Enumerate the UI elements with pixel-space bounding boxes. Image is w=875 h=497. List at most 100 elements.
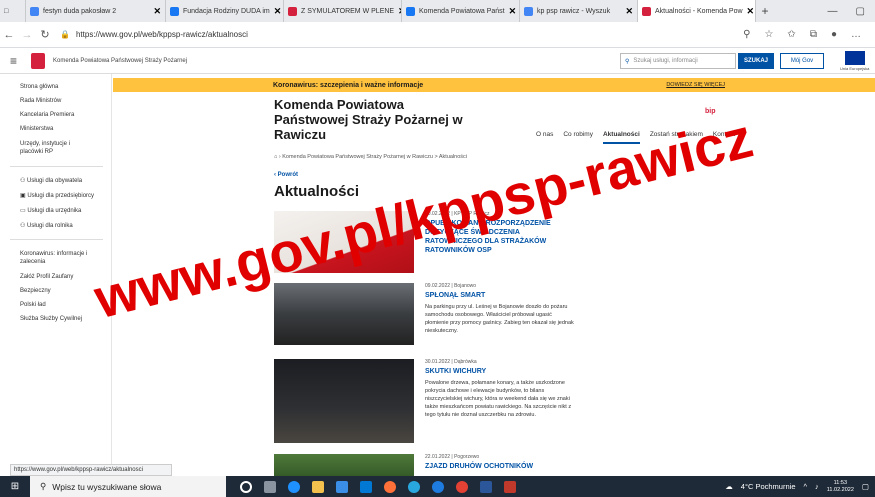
institution-name[interactable]: Komenda Powiatowa Państwowej Straży Poża… <box>53 58 187 64</box>
sidebar-label: Usługi dla urzędnika <box>27 208 82 214</box>
weather-text[interactable]: 4°C Pochmurnie <box>741 482 796 491</box>
page-title[interactable]: Komenda Powiatowa Państwowej Straży Poża… <box>274 97 474 142</box>
tab-4[interactable]: Komenda Powiatowa Państ ✕ <box>402 0 520 22</box>
sidebar-item-home[interactable]: Strona główna <box>20 84 111 90</box>
sidebar-label: Usługi dla rolnika <box>27 223 73 229</box>
sidebar-item-business[interactable]: ▣ Usługi dla przedsiębiorcy <box>20 192 111 199</box>
notifications-icon[interactable]: ▢ <box>862 482 869 491</box>
menu-item-about[interactable]: O nas <box>536 131 553 144</box>
back-link[interactable]: ‹ Powrót <box>274 172 298 178</box>
task-view-icon[interactable] <box>264 480 276 493</box>
tab-1[interactable]: festyn duda pakosław 2 ✕ <box>26 0 166 22</box>
app-icon[interactable] <box>432 480 444 493</box>
page-heading: Aktualności <box>274 183 360 200</box>
url-text: https://www.gov.pl/web/kppsp-rawicz/aktu… <box>75 30 248 39</box>
tab-favicon-icon <box>30 6 39 16</box>
lock-icon: 🔒 <box>60 30 70 39</box>
file-explorer-icon[interactable] <box>312 480 324 493</box>
article-item[interactable]: 30.01.2022 | Dąbrówka SKUTKI WICHURY Powal… <box>274 359 574 449</box>
article-image[interactable] <box>274 283 414 345</box>
poland-crest-icon[interactable] <box>31 52 46 69</box>
forward-arrow-icon[interactable]: → <box>18 29 36 41</box>
divider <box>10 239 103 240</box>
person-icon: ⚇ <box>20 178 28 184</box>
clock-time: 11:53 <box>833 479 848 486</box>
breadcrumb-text[interactable]: Komenda Powiatowa Państwowej Straży Poża… <box>282 154 467 160</box>
back-arrow-icon[interactable]: ← <box>0 29 18 41</box>
sidebar-item-council[interactable]: Rada Ministrów <box>20 98 111 104</box>
article-title[interactable]: SPŁONĄŁ SMART <box>425 291 575 300</box>
cortana-icon[interactable] <box>240 480 252 493</box>
more-icon[interactable]: … <box>851 29 861 40</box>
article-title[interactable]: ZJAZD DRUHÓW OCHOTNIKÓW <box>425 462 575 471</box>
new-tab-icon[interactable]: + <box>756 4 774 18</box>
eu-label: Unia Europejska <box>840 66 870 71</box>
taskbar-search[interactable]: ⚲ Wpisz tu wyszukiwane słowa <box>30 476 226 497</box>
hamburger-icon[interactable]: ≡ <box>10 54 17 68</box>
search-button[interactable]: SZUKAJ <box>738 53 774 69</box>
tab-5[interactable]: kp psp rawicz - Wyszuk ✕ <box>520 0 638 22</box>
weather-icon[interactable]: ☁ <box>725 482 733 491</box>
profile-icon[interactable]: ● <box>831 29 837 40</box>
minimize-icon[interactable]: — <box>828 6 838 17</box>
banner-more-link[interactable]: DOWIEDZ SIĘ WIĘCEJ <box>666 82 725 88</box>
word-icon[interactable] <box>480 480 492 493</box>
tab-favicon-icon <box>524 6 533 16</box>
close-icon[interactable]: ✕ <box>274 6 282 17</box>
chrome-icon[interactable] <box>456 480 468 493</box>
search-input[interactable]: ⚲ Szukaj usługi, informacji <box>620 53 736 69</box>
sidebar-item-civil-service[interactable]: Służba Służby Cywilnej <box>20 316 111 322</box>
firefox-icon[interactable] <box>384 480 396 493</box>
edge-icon[interactable] <box>288 480 300 493</box>
back-label: Powrót <box>277 172 299 178</box>
tab-label: kp psp rawicz - Wyszuk <box>537 7 611 15</box>
article-date: 30.01.2022 | Dąbrówka <box>425 359 477 365</box>
article-title[interactable]: SKUTKI WICHURY <box>425 367 575 376</box>
sidebar-item-chancellery[interactable]: Kancelaria Premiera <box>20 112 111 118</box>
sidebar-item-farmer[interactable]: ⚇ Usługi dla rolnika <box>20 222 111 229</box>
sidebar-item-offices[interactable]: Urzędy, instytucje i placówki RP <box>20 140 90 156</box>
reload-icon[interactable]: ↻ <box>36 28 54 41</box>
tab-label: Aktualności - Komenda Pow <box>655 7 743 15</box>
article-item[interactable]: 22.01.2022 | Pogorzewo ZJAZD DRUHÓW OCHOT… <box>274 454 574 476</box>
collections-icon[interactable]: ⧉ <box>810 29 817 40</box>
clock[interactable]: 11:53 11.02.2022 <box>827 480 854 494</box>
store-icon[interactable] <box>336 480 348 493</box>
windows-start-icon[interactable]: ⊞ <box>0 481 30 492</box>
search-placeholder: Szukaj usługi, informacji <box>633 58 698 64</box>
ie-icon[interactable] <box>408 480 420 493</box>
article-date: 22.01.2022 | Pogorzewo <box>425 454 480 460</box>
close-icon[interactable]: ✕ <box>625 6 633 17</box>
taskbar: ⊞ ⚲ Wpisz tu wyszukiwane słowa ☁ 4°C Poch… <box>0 476 875 497</box>
tab-favicon-icon <box>288 6 297 16</box>
article-lead: Na parkingu przy ul. Leśnej w Bojanowie … <box>425 304 574 334</box>
sidebar-item-covid[interactable]: Koronawirus: informacje i zalecenia <box>20 250 90 266</box>
url-field[interactable]: 🔒 https://www.gov.pl/web/kppsp-rawicz/akt… <box>60 26 743 44</box>
address-bar: ← → ↻ 🔒 https://www.gov.pl/web/kppsp-rawi… <box>0 22 875 48</box>
star-icon[interactable]: ☆ <box>764 29 773 40</box>
close-icon[interactable]: ✕ <box>153 6 161 17</box>
tab-label: Fundacja Rodziny DUDA im <box>183 7 270 15</box>
article-image[interactable] <box>274 454 414 476</box>
maximize-icon[interactable]: ▢ <box>856 6 865 17</box>
home-icon[interactable]: ⌂ › <box>274 154 282 160</box>
tab-actions-icon[interactable]: □ <box>0 0 26 22</box>
tab-3[interactable]: Z SYMULATOREM W PLENE✕ <box>284 0 402 22</box>
article-item[interactable]: 09.02.2022 | Bojanowo SPŁONĄŁ SMART Na par… <box>274 283 574 353</box>
zoom-icon[interactable]: ⚲ <box>743 29 750 40</box>
tab-6[interactable]: Aktualności - Komenda Pow ✕ <box>638 0 756 22</box>
sidebar-item-ministries[interactable]: Ministerstwa <box>20 126 111 132</box>
mail-icon[interactable] <box>360 480 372 493</box>
close-icon[interactable]: ✕ <box>747 6 755 17</box>
tray-chevron-icon[interactable]: ^ <box>804 482 808 491</box>
photos-icon[interactable] <box>504 480 516 493</box>
volume-icon[interactable]: ♪ <box>815 482 819 491</box>
moj-gov-button[interactable]: Mój Gov <box>780 53 824 69</box>
system-tray: ☁ 4°C Pochmurnie ^ ♪ 11:53 11.02.2022 ▢ <box>725 480 875 494</box>
sidebar-item-citizen[interactable]: ⚇ Usługi dla obywatela <box>20 177 111 184</box>
favorites-icon[interactable]: ✩ <box>787 29 795 40</box>
tab-2[interactable]: Fundacja Rodziny DUDA im ✕ <box>166 0 284 22</box>
article-image[interactable] <box>274 359 414 443</box>
sidebar-item-clerk[interactable]: ▭ Usługi dla urzędnika <box>20 207 111 214</box>
close-icon[interactable]: ✕ <box>509 6 517 17</box>
